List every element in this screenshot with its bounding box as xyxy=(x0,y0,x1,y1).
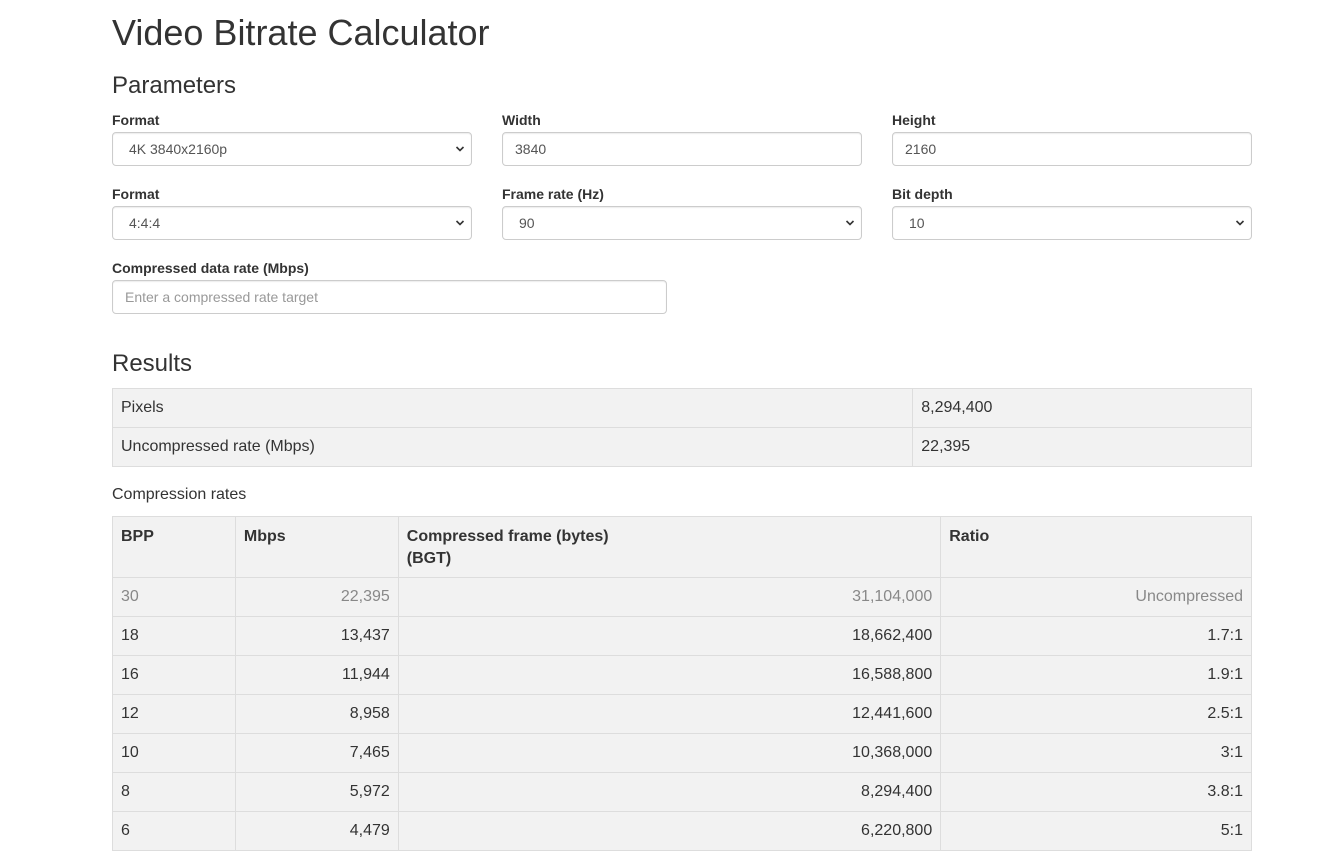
table-row: 6 4,479 6,220,800 5:1 xyxy=(112,811,1252,851)
cell-bpp: 18 xyxy=(112,616,236,656)
cell-ratio: 1.7:1 xyxy=(940,616,1252,656)
results-table: Pixels 8,294,400 Uncompressed rate (Mbps… xyxy=(111,388,1252,467)
cell-bpp: 8 xyxy=(112,772,236,812)
cell-frame: 12,441,600 xyxy=(397,694,942,734)
format-field: Format 4K 3840x2160p xyxy=(112,112,472,166)
cell-mbps: 11,944 xyxy=(234,655,399,695)
bit-depth-value: 10 xyxy=(909,215,925,231)
width-input[interactable]: 3840 xyxy=(502,132,862,166)
table-row: 18 13,437 18,662,400 1.7:1 xyxy=(112,616,1252,656)
chevron-down-icon xyxy=(455,220,465,226)
width-label: Width xyxy=(502,112,541,128)
chroma-format-select[interactable]: 4:4:4 xyxy=(112,206,472,240)
bit-depth-label: Bit depth xyxy=(892,186,953,202)
cell-ratio: 5:1 xyxy=(940,811,1252,851)
height-input[interactable]: 2160 xyxy=(892,132,1252,166)
cell-frame: 6,220,800 xyxy=(397,811,942,851)
cell-frame: 8,294,400 xyxy=(397,772,942,812)
column-header-ratio: Ratio xyxy=(940,516,1252,578)
table-row: 30 22,395 31,104,000 Uncompressed xyxy=(112,577,1252,617)
chevron-down-icon xyxy=(845,220,855,226)
results-heading: Results xyxy=(112,350,193,377)
bit-depth-field: Bit depth 10 xyxy=(892,186,1252,240)
compression-caption: Compression rates xyxy=(112,486,247,503)
cell-mbps: 4,479 xyxy=(234,811,399,851)
frame-rate-label: Frame rate (Hz) xyxy=(502,186,604,202)
bit-depth-select[interactable]: 10 xyxy=(892,206,1252,240)
chroma-format-value: 4:4:4 xyxy=(129,215,161,231)
width-field: Width 3840 xyxy=(502,112,862,166)
chroma-format-label: Format xyxy=(112,186,160,202)
column-header-frame: Compressed frame (bytes) (BGT) xyxy=(397,516,942,578)
table-row: Pixels 8,294,400 xyxy=(111,388,1252,428)
frame-rate-field: Frame rate (Hz) 90 xyxy=(502,186,862,240)
table-row: 8 5,972 8,294,400 3.8:1 xyxy=(112,772,1252,812)
cell-bpp: 6 xyxy=(112,811,236,851)
compressed-rate-label: Compressed data rate (Mbps) xyxy=(112,260,309,276)
compressed-rate-input[interactable]: Enter a compressed rate target xyxy=(112,280,667,314)
results-label: Uncompressed rate (Mbps) xyxy=(111,427,914,467)
table-row: Uncompressed rate (Mbps) 22,395 xyxy=(111,427,1252,467)
table-row: 12 8,958 12,441,600 2.5:1 xyxy=(112,694,1252,734)
cell-bpp: 16 xyxy=(112,655,236,695)
cell-frame: 18,662,400 xyxy=(397,616,942,656)
table-header-row: BPP Mbps Compressed frame (bytes) (BGT) … xyxy=(112,516,1252,578)
cell-mbps: 13,437 xyxy=(234,616,399,656)
format-label: Format xyxy=(112,112,160,128)
cell-frame: 31,104,000 xyxy=(397,577,942,617)
cell-mbps: 5,972 xyxy=(234,772,399,812)
cell-mbps: 8,958 xyxy=(234,694,399,734)
compression-rates-table: BPP Mbps Compressed frame (bytes) (BGT) … xyxy=(112,516,1252,851)
cell-ratio: 1.9:1 xyxy=(940,655,1252,695)
cell-ratio: 3:1 xyxy=(940,733,1252,773)
format-select-value: 4K 3840x2160p xyxy=(129,141,228,157)
column-header-bpp: BPP xyxy=(112,516,236,578)
results-value: 8,294,400 xyxy=(912,388,1252,428)
cell-mbps: 22,395 xyxy=(234,577,399,617)
compressed-rate-field: Compressed data rate (Mbps) Enter a comp… xyxy=(112,260,667,314)
results-value: 22,395 xyxy=(912,427,1252,467)
cell-bpp: 12 xyxy=(112,694,236,734)
page-title: Video Bitrate Calculator xyxy=(112,12,490,53)
column-header-frame-line2: (BGT) xyxy=(406,550,452,567)
cell-bpp: 10 xyxy=(112,733,236,773)
parameters-heading: Parameters xyxy=(112,72,237,99)
frame-rate-value: 90 xyxy=(519,215,535,231)
cell-frame: 10,368,000 xyxy=(397,733,942,773)
chevron-down-icon xyxy=(1235,220,1245,226)
cell-frame: 16,588,800 xyxy=(397,655,942,695)
column-header-frame-line1: Compressed frame (bytes) xyxy=(406,528,609,545)
cell-ratio: Uncompressed xyxy=(940,577,1252,617)
format-select[interactable]: 4K 3840x2160p xyxy=(112,132,472,166)
cell-bpp: 30 xyxy=(112,577,236,617)
chevron-down-icon xyxy=(455,146,465,152)
cell-ratio: 2.5:1 xyxy=(940,694,1252,734)
results-label: Pixels xyxy=(111,388,914,428)
height-field: Height 2160 xyxy=(892,112,1252,166)
frame-rate-select[interactable]: 90 xyxy=(502,206,862,240)
table-row: 10 7,465 10,368,000 3:1 xyxy=(112,733,1252,773)
height-label: Height xyxy=(892,112,936,128)
table-row: 16 11,944 16,588,800 1.9:1 xyxy=(112,655,1252,695)
column-header-mbps: Mbps xyxy=(234,516,399,578)
cell-mbps: 7,465 xyxy=(234,733,399,773)
cell-ratio: 3.8:1 xyxy=(940,772,1252,812)
chroma-format-field: Format 4:4:4 xyxy=(112,186,472,240)
